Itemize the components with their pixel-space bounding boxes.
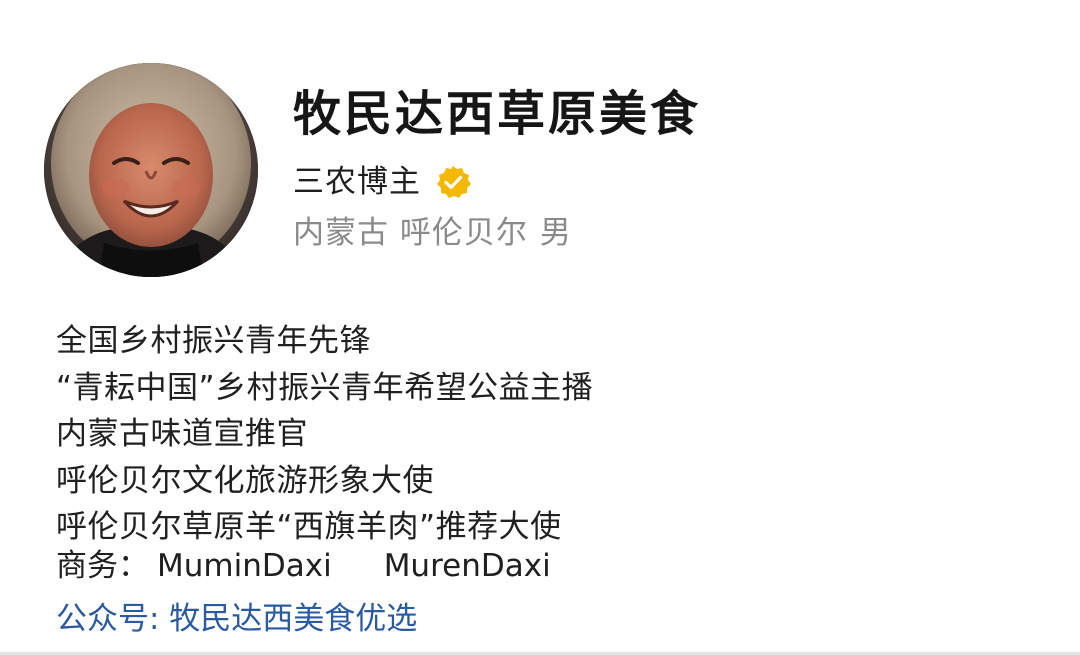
public-account-link[interactable]: 公众号: 牧民达西美食优选: [56, 596, 417, 642]
profile-header: 牧民达西草原美食 三农博主 内蒙古 呼伦贝尔男: [293, 82, 701, 254]
location-gender-row: 内蒙古 呼伦贝尔男: [293, 212, 701, 254]
business-id: MuminDaxi: [157, 548, 332, 584]
avatar-photo: [44, 63, 258, 277]
bio-line: 呼伦贝尔文化旅游形象大使: [56, 462, 434, 499]
bio-line: 内蒙古味道宣推官: [56, 416, 308, 452]
verified-badge-icon[interactable]: [435, 164, 471, 200]
bio: 全国乡村振兴青年先锋 “青耘中国”乡村振兴青年希望公益主播 内蒙古味道宣推官 呼…: [56, 318, 593, 551]
region: 内蒙古 呼伦贝尔: [293, 215, 528, 251]
business-label: 商务：: [56, 548, 149, 584]
account-name: 牧民达西草原美食: [293, 86, 702, 142]
bio-line: 全国乡村振兴青年先锋: [56, 323, 371, 359]
category-row: 三农博主: [293, 162, 701, 202]
business-contact: 商务： MuminDaxi MurenDaxi: [56, 543, 551, 589]
business-id: MurenDaxi: [383, 548, 551, 584]
gender: 男: [539, 215, 572, 251]
profile-page: 牧民达西草原美食 三农博主 内蒙古 呼伦贝尔男 全国乡村振兴青年先锋 “青耘中国…: [0, 0, 1080, 655]
avatar[interactable]: [44, 63, 258, 277]
bio-line: “青耘中国”乡村振兴青年希望公益主播: [56, 369, 594, 406]
creator-category: 三农博主: [293, 164, 421, 200]
